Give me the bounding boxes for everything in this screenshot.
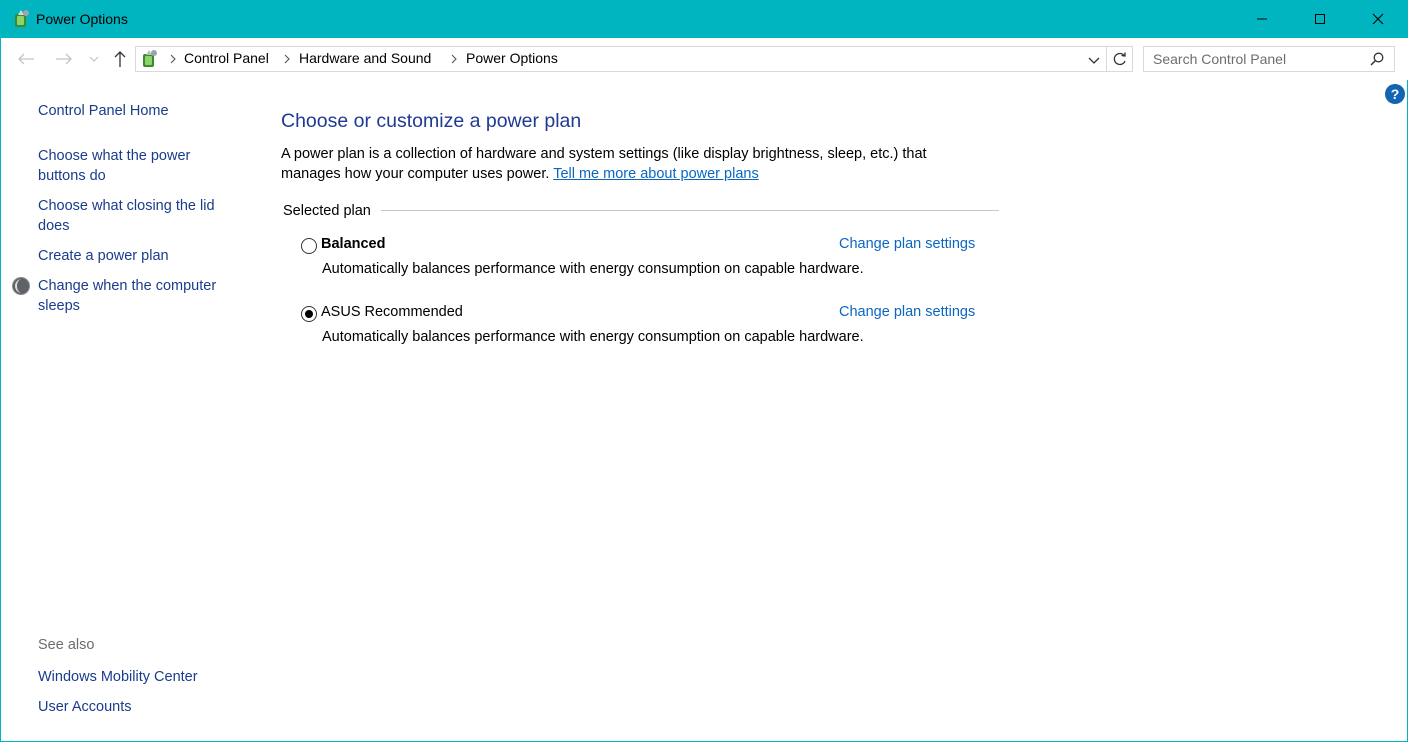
help-button[interactable]: ? (1385, 84, 1405, 104)
page-description: A power plan is a collection of hardware… (281, 144, 981, 184)
power-options-icon (15, 10, 29, 27)
change-plan-settings-asus[interactable]: Change plan settings (839, 304, 975, 320)
change-sleep-link[interactable]: Change when the computer sleeps (38, 276, 228, 316)
back-arrow-icon (18, 53, 34, 65)
group-divider (381, 210, 999, 211)
control-panel-home-link[interactable]: Control Panel Home (38, 101, 238, 121)
up-button[interactable] (109, 48, 131, 70)
forward-button[interactable] (53, 48, 75, 70)
breadcrumb-power-options[interactable]: Power Options (466, 50, 558, 66)
see-also-label: See also (38, 637, 95, 653)
window-title: Power Options (36, 11, 128, 27)
chevron-right-icon (451, 54, 457, 64)
user-accounts-link[interactable]: User Accounts (38, 697, 238, 717)
closing-lid-link[interactable]: Choose what closing the lid does (38, 196, 228, 236)
maximize-button[interactable] (1291, 0, 1349, 38)
plan-name-balanced[interactable]: Balanced (321, 236, 385, 252)
search-icon[interactable] (1370, 52, 1384, 66)
page-title: Choose or customize a power plan (281, 110, 582, 132)
refresh-icon (1113, 52, 1126, 66)
windows-mobility-center-link[interactable]: Windows Mobility Center (38, 667, 238, 687)
back-button[interactable] (15, 48, 37, 70)
chevron-down-icon[interactable] (1086, 53, 1102, 67)
maximize-icon (1315, 14, 1325, 24)
chevron-right-icon (170, 54, 176, 64)
change-plan-settings-balanced[interactable]: Change plan settings (839, 236, 975, 252)
title-bar: Power Options (1, 0, 1408, 38)
breadcrumb-control-panel[interactable]: Control Panel (184, 50, 269, 66)
moon-icon (12, 277, 30, 295)
power-options-window: Power Options Control Panel Hardware and… (0, 0, 1408, 742)
selected-plan-label: Selected plan (283, 203, 379, 219)
chevron-down-icon (89, 56, 99, 62)
create-power-plan-link[interactable]: Create a power plan (38, 246, 238, 266)
plan-description-balanced: Automatically balances performance with … (322, 261, 864, 277)
close-button[interactable] (1349, 0, 1407, 38)
up-arrow-icon (114, 51, 126, 67)
forward-arrow-icon (56, 53, 72, 65)
address-bar[interactable]: Control Panel Hardware and Sound Power O… (135, 46, 1107, 72)
recent-locations-button[interactable] (85, 48, 103, 70)
search-box (1143, 46, 1395, 72)
plan-name-asus-recommended[interactable]: ASUS Recommended (321, 304, 463, 320)
refresh-button[interactable] (1107, 46, 1133, 72)
close-icon (1372, 13, 1384, 25)
minimize-icon (1257, 18, 1267, 20)
search-input[interactable] (1144, 47, 1364, 71)
power-buttons-link[interactable]: Choose what the power buttons do (38, 146, 228, 186)
breadcrumb-hardware-and-sound[interactable]: Hardware and Sound (299, 50, 431, 66)
power-options-icon (143, 50, 157, 67)
plan-description-asus-recommended: Automatically balances performance with … (322, 329, 864, 345)
balanced-radio[interactable] (301, 238, 317, 254)
chevron-right-icon (284, 54, 290, 64)
asus-recommended-radio[interactable] (301, 306, 317, 322)
navigation-bar: Control Panel Hardware and Sound Power O… (1, 38, 1408, 80)
minimize-button[interactable] (1233, 0, 1291, 38)
learn-more-link[interactable]: Tell me more about power plans (553, 166, 759, 182)
